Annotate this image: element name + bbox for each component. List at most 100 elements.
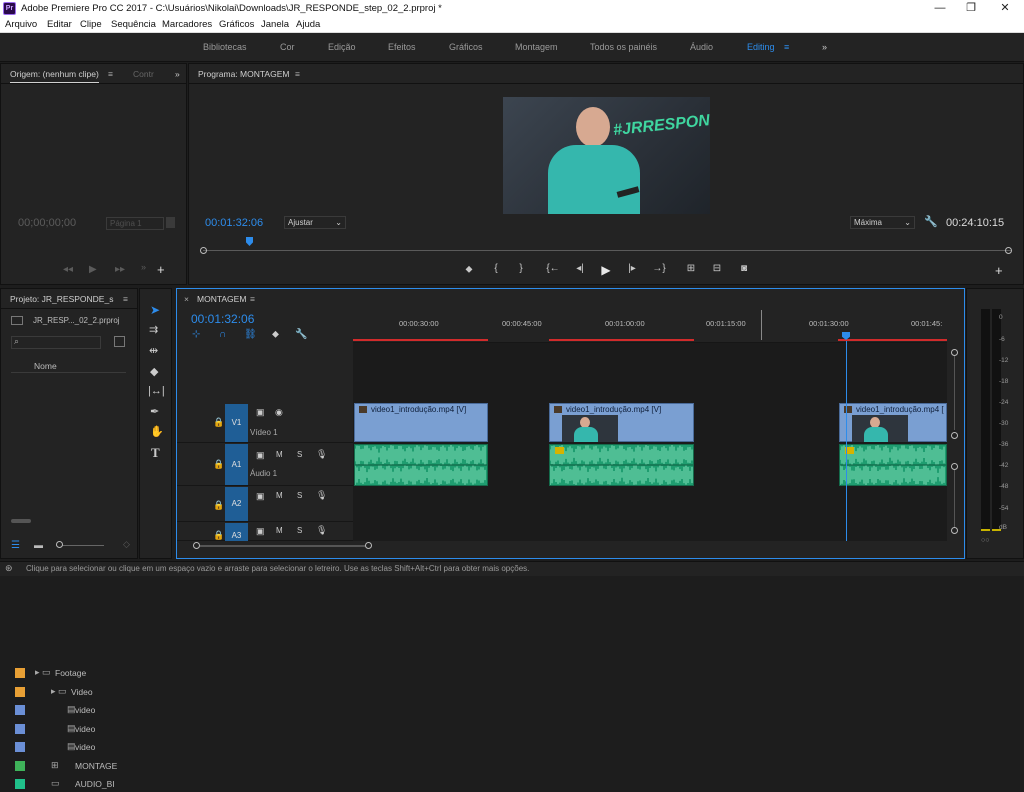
extract-icon[interactable]: ⊟ (710, 263, 724, 274)
audio-clip[interactable] (839, 444, 947, 486)
menu-clipe[interactable]: Clipe (80, 19, 102, 30)
minimize-button[interactable]: — (925, 1, 955, 16)
go-to-out-icon[interactable]: →} (652, 263, 666, 274)
workspace-cor[interactable]: Cor (280, 42, 295, 52)
mark-in-icon[interactable]: { (489, 263, 503, 274)
h-scroll-handle-left[interactable] (193, 542, 200, 549)
workspace-audio[interactable]: Áudio (690, 42, 713, 52)
program-scrub-track[interactable] (203, 250, 1011, 251)
workspace-menu-icon[interactable]: ≡ (784, 42, 789, 52)
play-icon[interactable]: ▶ (599, 263, 613, 277)
mute-button[interactable]: M (276, 526, 283, 535)
project-name-column[interactable]: Nome (11, 359, 126, 373)
lift-icon[interactable]: ⊞ (684, 263, 698, 274)
program-tab[interactable]: Programa: MONTAGEM (198, 69, 289, 79)
workspace-graficos[interactable]: Gráficos (449, 42, 483, 52)
scrub-start-handle[interactable] (200, 247, 207, 254)
export-frame-camera-icon[interactable]: ◙ (737, 263, 751, 274)
workspace-efeitos[interactable]: Efeitos (388, 42, 416, 52)
track-target-a3[interactable]: A3 (225, 523, 248, 541)
source-step-back-icon[interactable]: ◂◂ (63, 264, 73, 275)
source-page-dropdown[interactable]: Página 1 (106, 217, 164, 230)
program-video-frame[interactable]: #JRRESPONDE08 (503, 97, 710, 214)
lock-icon[interactable]: 🔒 (213, 417, 224, 428)
label-color-swatch[interactable] (15, 686, 25, 697)
mark-out-icon[interactable]: } (514, 263, 528, 274)
toggle-sync-lock-icon[interactable]: ▣ (256, 450, 265, 461)
label-color-swatch[interactable] (15, 760, 25, 771)
maximize-button[interactable]: ❐ (956, 1, 986, 16)
toggle-sync-lock-icon[interactable]: ▣ (256, 526, 265, 537)
program-timecode[interactable]: 00:01:32:06 (205, 217, 263, 229)
project-tab[interactable]: Projeto: JR_RESPONDE_s (10, 294, 113, 304)
nest-icon[interactable]: ⊹ (192, 329, 200, 340)
label-color-swatch[interactable] (15, 668, 25, 678)
timeline-tab-menu-icon[interactable]: ≡ (250, 294, 255, 304)
label-color-swatch[interactable] (15, 742, 25, 752)
label-color-swatch[interactable] (15, 723, 25, 734)
v-scroll-handle-top[interactable] (951, 349, 958, 356)
video-clip[interactable]: video1_introdução.mp4 [V] (549, 403, 694, 442)
quality-dropdown[interactable]: Máxima ⌄ (850, 216, 915, 229)
go-to-in-icon[interactable]: {← (546, 263, 560, 274)
toggle-sync-lock-icon[interactable]: ▣ (256, 491, 265, 502)
label-color-swatch[interactable] (15, 779, 25, 789)
source-tab-menu-icon[interactable]: ≡ (108, 69, 113, 79)
meter-solo-buttons[interactable]: ○○ (981, 537, 989, 544)
project-bin-item[interactable]: ▸ ▭ Footage (11, 665, 126, 681)
timeline-settings-icon[interactable]: 🔧 (295, 329, 307, 340)
video-clip[interactable]: video1_introdução.mp4 [ (839, 403, 947, 442)
close-button[interactable]: ✕ (990, 1, 1020, 16)
mute-button[interactable]: M (276, 450, 283, 459)
toggle-sync-lock-icon[interactable]: ▣ (256, 407, 265, 418)
menu-arquivo[interactable]: Arquivo (5, 19, 37, 30)
project-h-scrollbar[interactable] (11, 519, 31, 523)
project-bin-item[interactable]: ⊞ MONTAGE (11, 758, 126, 774)
track-target-a1[interactable]: A1 (225, 444, 248, 485)
slip-tool-icon[interactable]: |↔| (148, 385, 165, 397)
timeline-timecode[interactable]: 00:01:32:06 (191, 312, 254, 326)
microphone-icon[interactable]: 🎙 (316, 490, 327, 501)
source-add-button[interactable]: + (157, 262, 165, 277)
menu-janela[interactable]: Janela (261, 19, 289, 30)
step-back-icon[interactable]: ◂| (573, 263, 587, 274)
timeline-marker-icon[interactable]: ⬥ (272, 329, 279, 340)
v-scrollbar[interactable] (954, 470, 955, 528)
audio-clip[interactable] (549, 444, 694, 486)
scrub-end-handle[interactable] (1005, 247, 1012, 254)
workspace-bibliotecas[interactable]: Bibliotecas (203, 42, 247, 52)
project-zoom-slider[interactable] (56, 545, 104, 546)
icon-view-icon[interactable]: ▬ (34, 540, 43, 550)
project-bin-item[interactable]: ▤ video (11, 739, 126, 755)
solo-button[interactable]: S (297, 526, 302, 535)
project-bin-item[interactable]: ▸ ▭ Video (11, 684, 126, 700)
settings-wrench-icon[interactable]: 🔧 (924, 215, 938, 228)
workspace-montagem[interactable]: Montagem (515, 42, 558, 52)
program-add-button[interactable]: + (995, 263, 1003, 278)
microphone-icon[interactable]: 🎙 (316, 449, 327, 460)
source-play-icon[interactable]: ▶ (89, 264, 97, 275)
add-marker-icon[interactable]: ⬥ (462, 264, 476, 275)
program-tab-menu-icon[interactable]: ≡ (295, 69, 300, 79)
project-sort-icon[interactable]: ◇ (123, 539, 130, 550)
workspace-overflow-icon[interactable]: » (822, 42, 827, 52)
snap-magnet-icon[interactable]: ∩ (219, 329, 226, 340)
project-tab-menu-icon[interactable]: ≡ (123, 294, 128, 304)
track-target-v1[interactable]: V1 (225, 404, 248, 442)
timeline-close-icon[interactable]: × (184, 294, 189, 304)
mute-button[interactable]: M (276, 491, 283, 500)
video-clip[interactable]: video1_introdução.mp4 [V] (354, 403, 488, 442)
menu-ajuda[interactable]: Ajuda (296, 19, 320, 30)
microphone-icon[interactable]: 🎙 (316, 525, 327, 536)
step-forward-icon[interactable]: |▸ (625, 263, 639, 274)
menu-marcadores[interactable]: Marcadores (162, 19, 212, 30)
audio-clip[interactable] (354, 444, 488, 486)
project-bin-item[interactable]: ▤ video (11, 721, 126, 737)
track-select-tool-icon[interactable]: ⇉ (149, 323, 158, 336)
new-search-bin-icon[interactable] (114, 336, 125, 347)
source-overflow-icon[interactable]: » (175, 69, 180, 79)
workspace-edicao[interactable]: Edição (328, 42, 356, 52)
workspace-todos[interactable]: Todos os painéis (590, 42, 657, 52)
project-search-input[interactable] (11, 336, 101, 349)
program-playhead[interactable] (246, 237, 253, 246)
